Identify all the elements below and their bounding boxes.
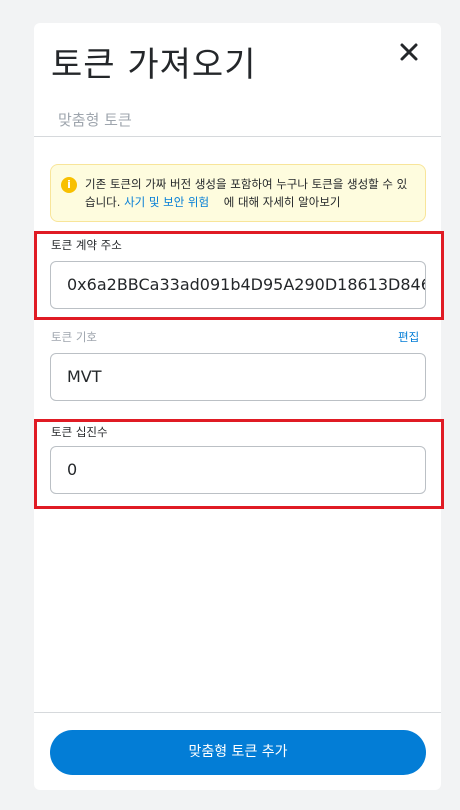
tab-custom-token[interactable]: 맞춤형 토큰 [58,109,132,130]
scam-warning-banner: i 기존 토큰의 가짜 버전 생성을 포함하여 누구나 토큰을 생성할 수 있습… [50,164,426,222]
token-symbol-label: 토큰 기호 [51,330,97,344]
close-icon[interactable] [398,41,420,63]
highlight-box-decimals [34,419,444,509]
token-symbol-input[interactable]: MVT [50,353,426,401]
edit-symbol-link[interactable]: 편집 [398,329,419,345]
page-title: 토큰 가져오기 [51,45,257,85]
security-risk-link[interactable]: 사기 및 보안 위험 [124,195,209,209]
import-token-dialog: 토큰 가져오기 맞춤형 토큰 i 기존 토큰의 가짜 버전 생성을 포함하여 누… [34,23,441,790]
divider [34,136,441,137]
info-icon: i [61,177,77,193]
highlight-box-address [34,231,444,320]
warning-text-after: 에 대해 자세히 알아보기 [223,195,341,209]
divider [34,712,441,713]
add-custom-token-button[interactable]: 맞춤형 토큰 추가 [50,730,426,775]
